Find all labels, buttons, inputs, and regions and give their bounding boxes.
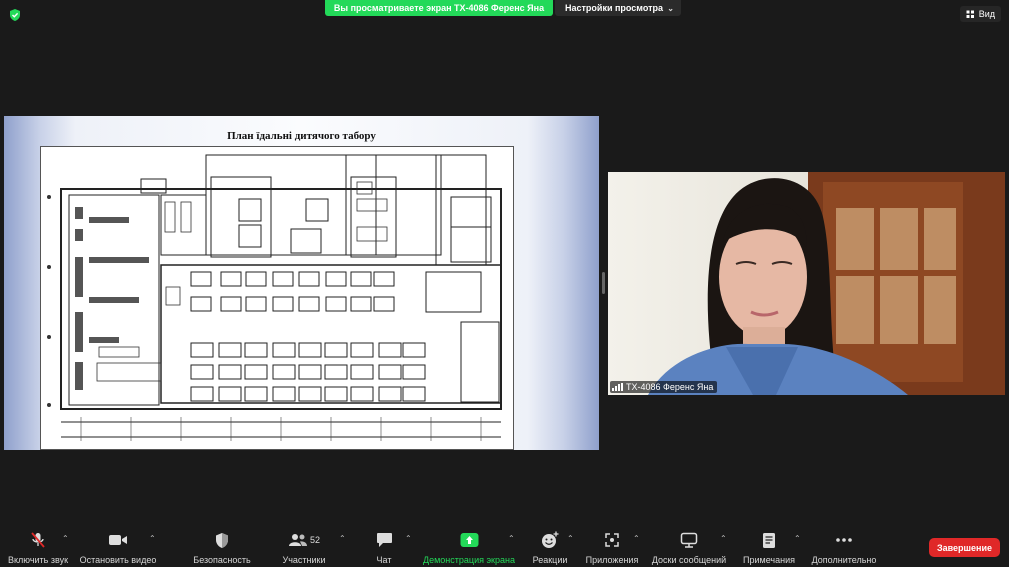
- floor-plan-drawing: [40, 146, 514, 450]
- apps-icon: [601, 530, 623, 550]
- floor-plan-svg: [47, 154, 502, 441]
- notes-options-caret[interactable]: ⌃: [794, 534, 801, 543]
- meeting-toolbar: Включить звук ⌃ Остановить видео ⌃ Безоп…: [0, 524, 1009, 567]
- whiteboard-icon: [678, 530, 700, 550]
- apps-label: Приложения: [585, 555, 639, 565]
- whiteboards-button[interactable]: Доски сообщений: [649, 530, 729, 565]
- notes-icon: [758, 530, 780, 550]
- more-dots-icon: [833, 530, 855, 550]
- apps-button[interactable]: Приложения: [572, 530, 652, 565]
- screen-share-banner: Вы просматриваете экран TX-4086 Ференс Я…: [325, 0, 553, 16]
- whiteboards-label: Доски сообщений: [651, 555, 727, 565]
- share-screen-icon: [458, 530, 480, 550]
- notes-label: Примечания: [743, 555, 795, 565]
- view-options-label: Настройки просмотра: [565, 3, 664, 13]
- apps-options-caret[interactable]: ⌃: [633, 534, 640, 543]
- chevron-down-icon: ⌄: [667, 4, 674, 13]
- view-button[interactable]: Вид: [959, 6, 1001, 22]
- security-shield-icon: [211, 530, 233, 550]
- encryption-shield-icon[interactable]: [8, 8, 22, 22]
- security-button[interactable]: Безопасность: [182, 530, 262, 565]
- share-screen-label: Демонстрация экрана: [423, 555, 515, 565]
- share-screen-button[interactable]: Демонстрация экрана: [423, 530, 515, 565]
- muted-microphone-icon: [27, 530, 49, 550]
- more-button[interactable]: Дополнительно: [804, 530, 884, 565]
- view-button-label: Вид: [978, 9, 995, 19]
- participants-label: Участники: [282, 555, 326, 565]
- plan-title: План їдальні дитячого табору: [227, 130, 376, 142]
- chat-button[interactable]: Чат: [344, 530, 424, 565]
- reactions-label: Реакции: [532, 555, 568, 565]
- mute-label: Включить звук: [7, 555, 69, 565]
- participants-button[interactable]: 52 Участники: [264, 530, 344, 565]
- participants-icon: 52: [284, 530, 324, 550]
- end-meeting-button[interactable]: Завершение: [929, 538, 1000, 557]
- grid-view-icon: [966, 10, 974, 18]
- meeting-window: Вы просматриваете экран TX-4086 Ференс Я…: [0, 0, 1009, 567]
- mute-options-caret[interactable]: ⌃: [62, 534, 69, 543]
- participant-name: TX-4086 Ференс Яна: [626, 382, 714, 392]
- signal-strength-icon: [612, 383, 623, 391]
- reaction-smiley-icon: [539, 530, 561, 550]
- participant-video-image: [608, 172, 1005, 395]
- panel-resize-handle[interactable]: [602, 272, 605, 294]
- chat-bubble-icon: [373, 530, 395, 550]
- view-options-button[interactable]: Настройки просмотра ⌄: [555, 0, 681, 16]
- video-camera-icon: [107, 530, 129, 550]
- participant-video[interactable]: TX-4086 Ференс Яна: [608, 172, 1005, 395]
- video-label: Остановить видео: [79, 555, 157, 565]
- participants-count: 52: [309, 535, 320, 545]
- security-label: Безопасность: [193, 555, 251, 565]
- participant-name-tag: TX-4086 Ференс Яна: [610, 381, 718, 393]
- video-options-caret[interactable]: ⌃: [149, 534, 156, 543]
- whiteboards-options-caret[interactable]: ⌃: [720, 534, 727, 543]
- shared-screen[interactable]: План їдальні дитячого табору: [4, 116, 599, 450]
- chat-options-caret[interactable]: ⌃: [405, 534, 412, 543]
- chat-label: Чат: [376, 555, 392, 565]
- more-label: Дополнительно: [811, 555, 877, 565]
- stop-video-button[interactable]: Остановить видео: [78, 530, 158, 565]
